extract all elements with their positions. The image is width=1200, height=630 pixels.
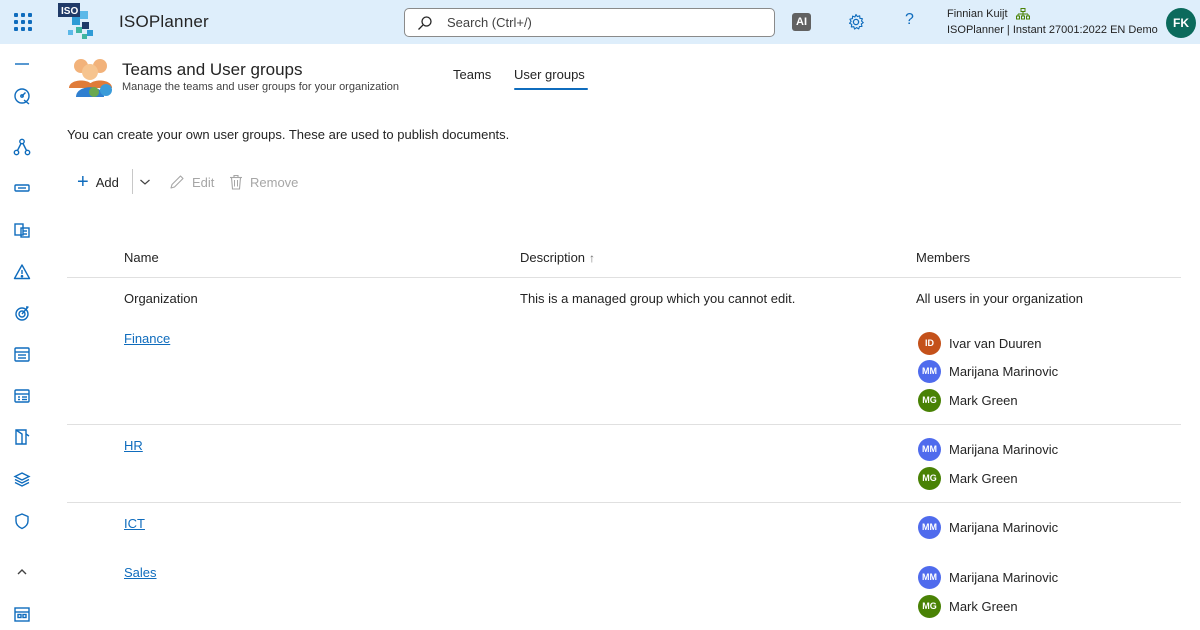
- reports-icon[interactable]: [12, 427, 32, 447]
- member-avatar: MG: [918, 594, 941, 618]
- group-description: This is a managed group which you cannot…: [520, 291, 796, 306]
- intro-text: You can create your own user groups. The…: [67, 127, 510, 142]
- member-avatar: MM: [918, 437, 941, 461]
- assets-icon[interactable]: [12, 178, 32, 198]
- search-input[interactable]: [447, 15, 747, 30]
- app-launcher-icon[interactable]: [12, 11, 34, 33]
- chevron-down-icon: [140, 179, 150, 185]
- row-divider: [67, 424, 1181, 425]
- member-avatar: MG: [918, 388, 941, 412]
- member-name: Marijana Marinovic: [949, 519, 1059, 535]
- gear-icon[interactable]: [847, 13, 865, 31]
- org-chart-icon: [1016, 8, 1030, 20]
- description-header-label: Description: [520, 250, 586, 265]
- user-name[interactable]: Finnian Kuijt: [947, 8, 1008, 20]
- remove-button[interactable]: Remove: [229, 172, 298, 192]
- tenant-name[interactable]: ISOPlanner | Instant 27001:2022 EN Demo: [947, 24, 1158, 36]
- member-name: Ivar van Duuren: [949, 335, 1042, 351]
- member-name: Mark Green: [949, 470, 1018, 486]
- member-name: Mark Green: [949, 392, 1018, 408]
- tab-teams[interactable]: Teams: [453, 67, 491, 90]
- member-avatar: MM: [918, 359, 941, 383]
- left-navigation-rail: [0, 44, 44, 630]
- help-icon[interactable]: ?: [905, 11, 914, 29]
- search-box[interactable]: [404, 8, 775, 37]
- risk-icon[interactable]: [12, 262, 32, 282]
- add-label: Add: [95, 174, 119, 190]
- header-divider: [67, 277, 1181, 278]
- documents-icon[interactable]: [12, 220, 32, 240]
- teams-users-icon: [69, 59, 112, 97]
- edit-label: Edit: [192, 174, 215, 190]
- logo-text: ISO: [61, 6, 78, 17]
- group-name-organization: Organization: [124, 291, 198, 306]
- isoplanner-logo: ISO: [58, 3, 93, 39]
- ai-button[interactable]: AI: [792, 13, 811, 31]
- edit-button[interactable]: Edit: [169, 172, 214, 192]
- add-button[interactable]: + Add: [77, 172, 119, 192]
- member-avatar: ID: [918, 331, 941, 355]
- add-options-dropdown[interactable]: [139, 172, 158, 192]
- dashboard-icon[interactable]: [12, 86, 32, 106]
- group-link-ict[interactable]: ICT: [124, 516, 145, 531]
- group-link-finance[interactable]: Finance: [124, 331, 170, 346]
- command-separator: [132, 169, 133, 194]
- member-name: Marijana Marinovic: [949, 363, 1059, 379]
- group-members-text: All users in your organization: [916, 291, 1083, 306]
- member-name: Marijana Marinovic: [949, 441, 1059, 457]
- pencil-icon: [170, 175, 184, 189]
- member-avatar: MM: [918, 515, 941, 539]
- calendar-icon[interactable]: [12, 344, 32, 364]
- objectives-icon[interactable]: [12, 303, 32, 323]
- sort-ascending-icon: ↑: [589, 251, 596, 265]
- member-avatar: MG: [918, 466, 941, 490]
- group-link-sales[interactable]: Sales: [124, 565, 157, 580]
- member-item[interactable]: MM Marijana Marinovic: [918, 515, 1058, 539]
- member-item[interactable]: MG Mark Green: [918, 594, 1018, 618]
- member-avatar: MM: [918, 565, 941, 589]
- group-link-hr[interactable]: HR: [124, 438, 143, 453]
- expand-up-icon[interactable]: [12, 562, 32, 582]
- collapse-icon[interactable]: [12, 54, 32, 74]
- tasks-icon[interactable]: [12, 386, 32, 406]
- remove-label: Remove: [250, 174, 299, 190]
- plus-icon: +: [77, 171, 89, 193]
- settings-icon[interactable]: [12, 604, 32, 624]
- search-icon: [418, 15, 432, 30]
- member-item[interactable]: MG Mark Green: [918, 388, 1018, 412]
- row-divider: [67, 502, 1181, 503]
- column-header-members[interactable]: Members: [916, 250, 970, 265]
- member-name: Mark Green: [949, 598, 1018, 614]
- app-title: ISOPlanner: [119, 12, 209, 31]
- member-name: Marijana Marinovic: [949, 569, 1059, 585]
- page-subtitle: Manage the teams and user groups for you…: [122, 81, 399, 93]
- process-icon[interactable]: [12, 137, 32, 157]
- page-title: Teams and User groups: [122, 60, 303, 79]
- member-item[interactable]: MM Marijana Marinovic: [918, 359, 1058, 383]
- member-item[interactable]: MM Marijana Marinovic: [918, 437, 1058, 461]
- controls-icon[interactable]: [12, 511, 32, 531]
- column-header-name[interactable]: Name: [124, 250, 159, 265]
- trash-icon: [230, 174, 242, 190]
- member-item[interactable]: MG Mark Green: [918, 466, 1018, 490]
- user-avatar[interactable]: FK: [1166, 8, 1196, 38]
- tab-user-groups[interactable]: User groups: [514, 67, 588, 90]
- member-item[interactable]: MM Marijana Marinovic: [918, 565, 1058, 589]
- column-header-description[interactable]: Description ↑: [520, 250, 595, 265]
- library-icon[interactable]: [12, 469, 32, 489]
- member-item[interactable]: ID Ivar van Duuren: [918, 331, 1042, 355]
- top-bar: ISO ISOPlanner AI ? Finnian Kuijt ISOPla…: [0, 0, 1200, 44]
